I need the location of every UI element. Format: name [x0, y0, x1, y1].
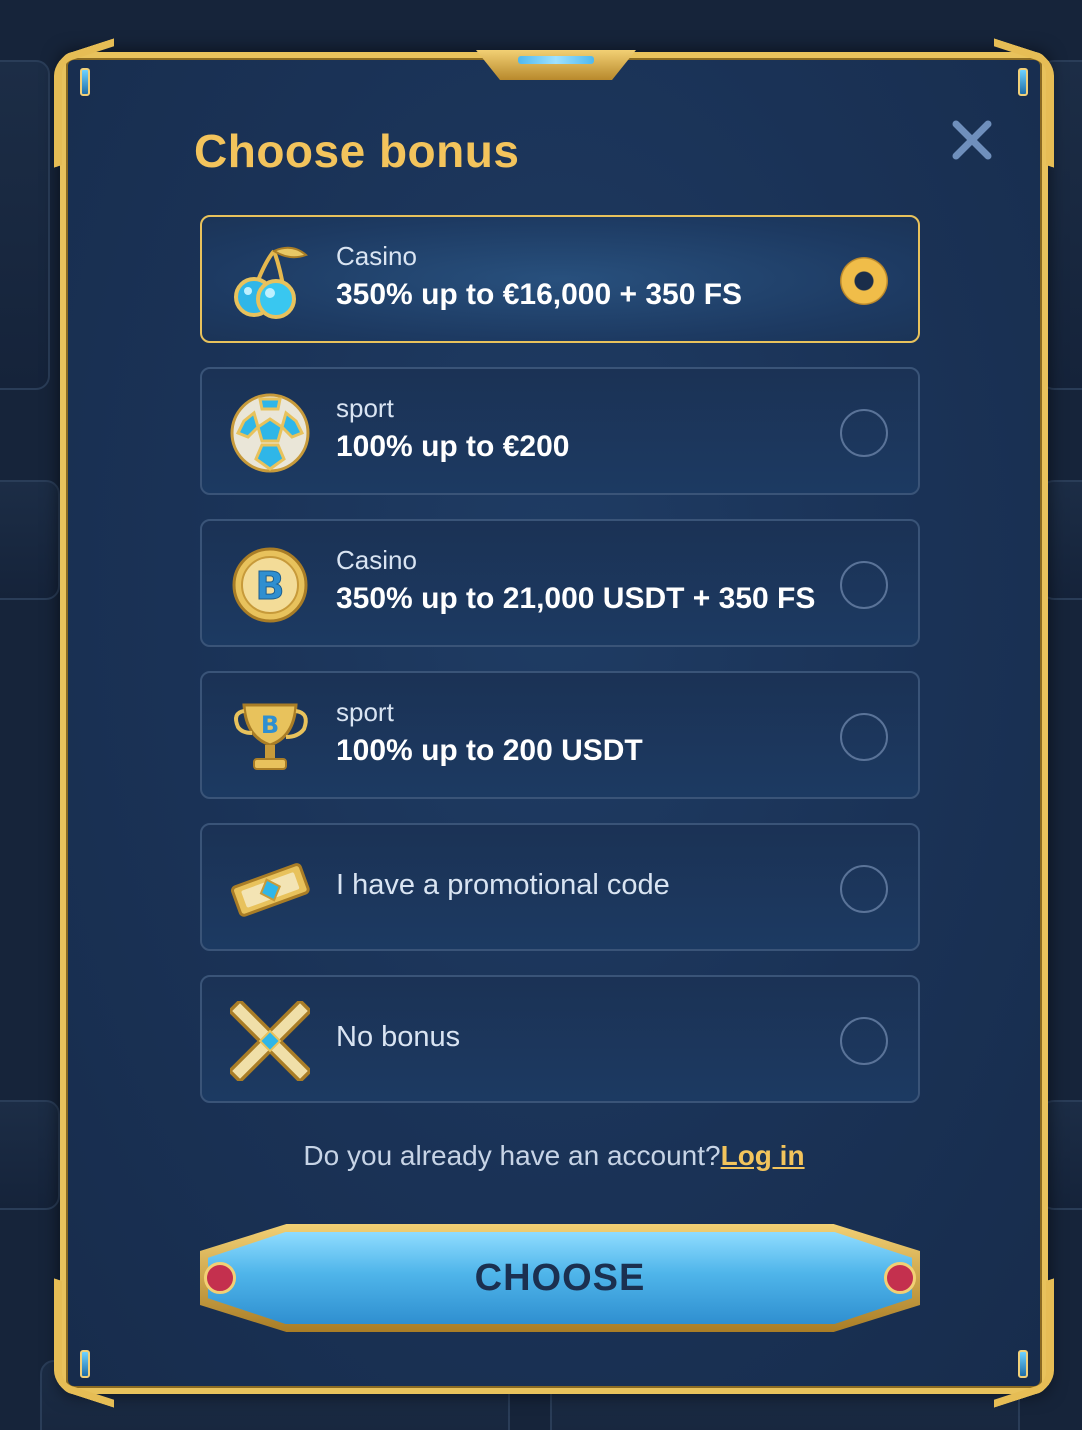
bonus-option-promo-code[interactable]: I have a promotional code: [200, 823, 920, 951]
login-link[interactable]: Log in: [721, 1140, 805, 1171]
bonus-option-casino-usdt[interactable]: B Casino 350% up to 21,000 USDT + 350 FS: [200, 519, 920, 647]
option-offer: 100% up to 200 USDT: [336, 734, 643, 767]
radio-button-selected[interactable]: [840, 257, 888, 305]
top-clasp-ornament: [476, 50, 636, 80]
login-prompt: Do you already have an account?Log in: [66, 1140, 1042, 1172]
side-gem: [80, 68, 90, 96]
radio-button[interactable]: [840, 713, 888, 761]
option-label: I have a promotional code: [336, 869, 670, 901]
radio-button[interactable]: [840, 561, 888, 609]
background-tile: [0, 60, 50, 390]
corner-ornament: [994, 1278, 1054, 1408]
side-gem: [1018, 1350, 1028, 1378]
cherries-icon: [230, 241, 310, 321]
radio-button[interactable]: [840, 1017, 888, 1065]
bitcoin-coin-icon: B: [230, 545, 310, 625]
option-category: Casino: [336, 545, 417, 575]
ticket-icon: [230, 849, 310, 929]
option-label: No bonus: [336, 1021, 461, 1053]
modal-title: Choose bonus: [194, 125, 520, 177]
background-tile: [0, 480, 60, 600]
option-category: Casino: [336, 241, 417, 271]
cross-icon: [227, 998, 313, 1084]
radio-button[interactable]: [840, 865, 888, 913]
option-offer: 350% up to 21,000 USDT + 350 FS: [336, 582, 816, 615]
option-offer: 100% up to €200: [336, 430, 570, 463]
bonus-option-casino-eur[interactable]: Casino 350% up to €16,000 + 350 FS: [200, 215, 920, 343]
corner-ornament: [994, 38, 1054, 168]
bonus-modal: Choose bonus Casino 350% up to €16,000 +: [54, 38, 1054, 1408]
side-gem: [80, 1350, 90, 1378]
corner-ornament: [54, 38, 114, 168]
corner-ornament: [54, 1278, 114, 1408]
soccer-ball-icon: [230, 393, 310, 473]
bonus-option-sport-eur[interactable]: sport 100% up to €200: [200, 367, 920, 495]
trophy-icon: B: [230, 697, 310, 777]
close-button[interactable]: [948, 116, 996, 164]
option-offer: 350% up to €16,000 + 350 FS: [336, 278, 743, 311]
close-icon: [952, 120, 992, 160]
side-gem: [1018, 68, 1028, 96]
background-tile: [0, 1100, 60, 1210]
bonus-options-list: Casino 350% up to €16,000 + 350 FS sport: [200, 215, 920, 1127]
bonus-option-sport-usdt[interactable]: B sport 100% up to 200 USDT: [200, 671, 920, 799]
radio-button[interactable]: [840, 409, 888, 457]
option-category: sport: [336, 697, 394, 727]
login-prompt-text: Do you already have an account?: [303, 1140, 721, 1171]
choose-button[interactable]: CHOOSE: [200, 1224, 920, 1332]
svg-text:B: B: [261, 711, 279, 739]
svg-text:B: B: [256, 564, 285, 608]
option-category: sport: [336, 393, 394, 423]
choose-button-label: CHOOSE: [474, 1257, 646, 1299]
bonus-option-no-bonus[interactable]: No bonus: [200, 975, 920, 1103]
